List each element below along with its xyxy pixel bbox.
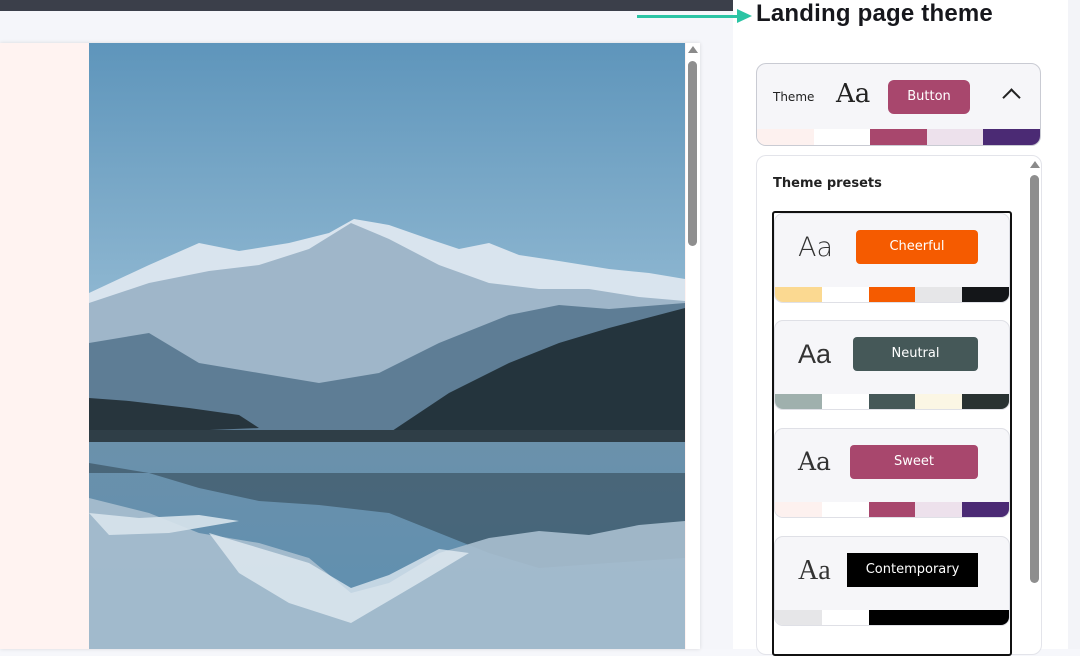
color-swatch: [870, 129, 927, 145]
color-swatch: [915, 394, 963, 409]
color-swatch: [868, 502, 916, 517]
preset-cheerful[interactable]: Aa Cheerful: [774, 213, 1010, 303]
preset-contemporary[interactable]: Aa Contemporary: [774, 536, 1010, 626]
color-swatch: [775, 287, 822, 302]
hero-image-mountain-lake: [89, 43, 685, 649]
theme-button-sample: Button: [888, 80, 970, 114]
preset-button-sample: Contemporary: [847, 553, 978, 587]
chevron-up-icon[interactable]: [1002, 88, 1021, 107]
theme-font-sample: Aa: [836, 79, 871, 109]
preset-button-sample: Cheerful: [856, 230, 978, 264]
color-swatch: [962, 610, 1009, 625]
preset-color-swatches: [775, 287, 1009, 302]
preset-font-sample: Aa: [798, 232, 834, 263]
preset-neutral[interactable]: Aa Neutral: [774, 320, 1010, 410]
color-swatch: [821, 287, 869, 302]
theme-label: Theme: [773, 90, 815, 104]
color-swatch: [962, 287, 1009, 302]
callout-title: Landing page theme: [756, 0, 993, 27]
color-swatch: [868, 287, 916, 302]
callout-arrow-icon: [737, 9, 752, 23]
color-swatch: [821, 394, 869, 409]
preset-button-sample: Neutral: [853, 337, 978, 371]
color-swatch: [821, 502, 869, 517]
color-swatch: [983, 129, 1040, 145]
color-swatch: [775, 610, 822, 625]
presets-title: Theme presets: [773, 176, 882, 191]
color-swatch: [926, 129, 984, 145]
color-swatch: [962, 502, 1009, 517]
color-swatch: [775, 502, 822, 517]
color-swatch: [868, 610, 916, 625]
color-swatch: [813, 129, 871, 145]
presets-scrollbar-thumb[interactable]: [1030, 175, 1039, 583]
preset-sweet[interactable]: Aa Sweet: [774, 428, 1010, 518]
color-swatch: [868, 394, 916, 409]
callout-arrow-line: [637, 15, 739, 18]
color-swatch: [962, 394, 1009, 409]
preset-color-swatches: [775, 394, 1009, 409]
preset-font-sample: Aa: [798, 447, 831, 476]
color-swatch: [757, 129, 814, 145]
preview-scrollbar-thumb[interactable]: [688, 61, 697, 246]
editor-top-bar: [0, 0, 733, 11]
color-swatch: [915, 287, 963, 302]
preset-font-sample: Aa: [798, 339, 832, 369]
color-swatch: [821, 610, 869, 625]
preset-color-swatches: [775, 502, 1009, 517]
presets-scroll-up-icon[interactable]: [1030, 161, 1040, 168]
theme-selector[interactable]: Theme Aa Button: [756, 63, 1041, 146]
color-swatch: [915, 610, 963, 625]
preset-font-sample: Aa: [798, 555, 831, 586]
preview-scroll-up-icon[interactable]: [688, 46, 698, 53]
color-swatch: [915, 502, 963, 517]
theme-color-swatches: [757, 129, 1040, 145]
preset-button-sample: Sweet: [850, 445, 978, 479]
preset-color-swatches: [775, 610, 1009, 625]
color-swatch: [775, 394, 822, 409]
panel-edge: [1068, 0, 1080, 649]
